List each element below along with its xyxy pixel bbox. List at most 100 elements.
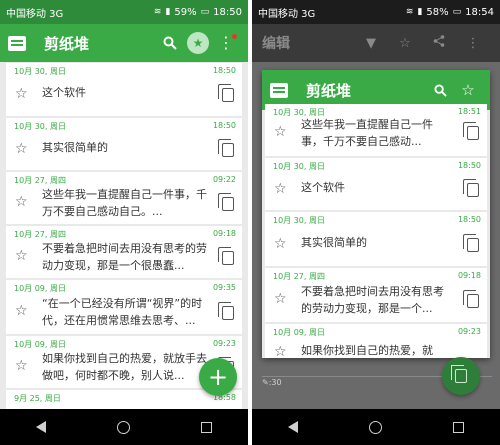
copy-icon[interactable]: [463, 290, 479, 308]
home-icon[interactable]: [116, 420, 130, 434]
search-icon: [433, 83, 447, 97]
clip-card[interactable]: 10月 30, 周日 18:50 ☆ 这个软件: [265, 158, 487, 210]
star-outline-icon[interactable]: ☆: [274, 344, 287, 358]
editor-title: 编辑: [262, 36, 290, 52]
clip-time: 18:51: [457, 107, 481, 116]
clip-card[interactable]: 10月 27, 周四 09:22 ☆ 这些年我一直提醒自己一件事，千万不要自己感…: [6, 172, 242, 224]
overflow-menu-button[interactable]: ⋮: [212, 29, 240, 57]
clip-text: 其实很简单的: [42, 141, 108, 154]
star-outline-icon[interactable]: ☆: [15, 303, 28, 319]
clip-text: 这个软件: [42, 86, 86, 99]
clip-date: 10月 27, 周四: [14, 230, 66, 239]
battery-label: 59%: [174, 6, 197, 18]
clock-label: 18:50: [213, 6, 242, 18]
signal-icon: ▮: [417, 7, 423, 17]
clip-card[interactable]: 10月 09, 周日 09:35 ☆ “在一个已经没有所谓“视界”的时代，还在用…: [6, 280, 242, 334]
star-icon: ★: [187, 32, 209, 54]
clip-card[interactable]: 10月 30, 周日 18:50 ☆ 其实很简单的: [265, 212, 487, 266]
clock-label: 18:54: [465, 6, 494, 18]
app-title: 剪纸堆: [44, 34, 90, 53]
clip-text: “在一个已经没有所谓“视界”的时代，还在用惯常思维去思考、...: [42, 297, 203, 327]
clip-text: 如果你找到自己的热爱，就放手去做吧，何时都不晚，别人说...: [42, 352, 207, 382]
app-bar: 剪纸堆 ★ ⋮: [0, 24, 248, 62]
copy-all-button[interactable]: [442, 357, 480, 395]
star-outline-icon[interactable]: ☆: [388, 36, 422, 51]
battery-icon: ▭: [452, 7, 462, 17]
clip-card[interactable]: 10月 09, 周日 09:23 ☆ 如果你找到自己的热爱，就: [265, 324, 487, 358]
search-button[interactable]: [156, 29, 184, 57]
carrier-label: 中国移动 3G: [6, 8, 64, 20]
clip-card[interactable]: 9月 25, 周日 18:58: [6, 390, 242, 410]
clip-date: 10月 09, 周日: [14, 284, 66, 293]
star-outline-icon[interactable]: ☆: [274, 181, 287, 197]
clip-card[interactable]: 10月 30, 周日 18:50 ☆ 这个软件: [6, 63, 242, 116]
bookmark-icon[interactable]: ▼: [354, 36, 388, 51]
clip-time: 09:22: [212, 175, 236, 184]
editor-toolbar: 编辑 ▼ ☆ ⋮: [252, 24, 500, 62]
share-icon[interactable]: [422, 35, 456, 51]
copy-icon[interactable]: [463, 122, 479, 140]
copy-icon[interactable]: [218, 193, 234, 211]
clip-date: 10月 27, 周四: [273, 272, 325, 281]
clip-card[interactable]: 10月 27, 周四 09:18 ☆ 不要着急把时间去用没有思考的劳动力变现，那…: [265, 268, 487, 322]
battery-icon: ▭: [200, 7, 210, 17]
favorites-filter-button[interactable]: ★: [184, 29, 212, 57]
copy-icon[interactable]: [218, 247, 234, 265]
clip-date: 10月 30, 周日: [14, 122, 66, 131]
navigation-bar: [0, 409, 248, 445]
copy-icon[interactable]: [463, 179, 479, 197]
clip-popup-window[interactable]: 剪纸堆 ☆ 10月 30, 周日 18:51 ☆ 这些年我一直提醒自己一件事，千…: [262, 70, 490, 358]
more-vert-icon[interactable]: ⋮: [456, 36, 490, 51]
search-button[interactable]: [426, 76, 454, 104]
clipboard-icon: [270, 82, 288, 98]
back-icon[interactable]: [287, 421, 298, 433]
popup-title: 剪纸堆: [306, 81, 352, 100]
clip-time: 09:18: [212, 229, 236, 238]
home-icon[interactable]: [368, 420, 382, 434]
copy-icon[interactable]: [218, 84, 234, 102]
star-icon[interactable]: ☆: [454, 76, 482, 104]
clip-time: 18:50: [212, 121, 236, 130]
copy-icon[interactable]: [218, 302, 234, 320]
star-outline-icon[interactable]: ☆: [15, 194, 28, 210]
clip-date: 10月 30, 周日: [273, 162, 325, 171]
recents-icon[interactable]: [453, 421, 465, 433]
clip-date: 10月 09, 周日: [14, 340, 66, 349]
clip-date: 9月 25, 周日: [14, 394, 61, 403]
clip-text: 其实很简单的: [301, 236, 367, 249]
copy-icon: [451, 365, 467, 383]
star-outline-icon[interactable]: ☆: [274, 124, 287, 140]
clip-text: 如果你找到自己的热爱，就: [301, 344, 433, 357]
signal-icon: ▮: [165, 7, 171, 17]
clip-date: 10月 30, 周日: [273, 216, 325, 225]
clip-text: 这些年我一直提醒自己一件事，千万不要自己感动自己。...: [42, 188, 207, 218]
clip-card[interactable]: 10月 30, 周日 18:50 ☆ 其实很简单的: [6, 118, 242, 170]
clip-text: 这个软件: [301, 181, 345, 194]
clipboard-icon: [8, 35, 26, 51]
star-outline-icon[interactable]: ☆: [15, 86, 28, 102]
star-outline-icon[interactable]: ☆: [15, 358, 28, 374]
back-icon[interactable]: [35, 421, 46, 433]
clip-text: 不要着急把时间去用没有思考的劳动力变现，那是一个很愚蠢...: [42, 242, 207, 272]
add-clip-button[interactable]: +: [199, 358, 237, 396]
clip-date: 10月 09, 周日: [273, 328, 325, 337]
wifi-icon: ≋: [405, 7, 414, 17]
star-outline-icon[interactable]: ☆: [15, 141, 28, 157]
star-outline-icon[interactable]: ☆: [274, 236, 287, 252]
clip-card[interactable]: 10月 30, 周日 18:51 ☆ 这些年我一直提醒自己一件事，千万不要自己感…: [265, 104, 487, 156]
carrier-label: 中国移动 3G: [258, 8, 316, 20]
clip-card[interactable]: 10月 27, 周四 09:18 ☆ 不要着急把时间去用没有思考的劳动力变现，那…: [6, 226, 242, 278]
clip-time: 09:18: [457, 271, 481, 280]
recents-icon[interactable]: [201, 421, 213, 433]
copy-icon[interactable]: [218, 139, 234, 157]
clip-time: 18:50: [457, 215, 481, 224]
clip-time: 18:50: [212, 66, 236, 75]
battery-label: 58%: [426, 6, 449, 18]
clip-date: 10月 30, 周日: [14, 67, 66, 76]
character-counter: ✎:30: [262, 378, 282, 387]
clip-time: 18:50: [457, 161, 481, 170]
star-outline-icon[interactable]: ☆: [274, 291, 287, 307]
star-outline-icon[interactable]: ☆: [15, 248, 28, 264]
clip-time: 09:35: [212, 283, 236, 292]
copy-icon[interactable]: [463, 234, 479, 252]
